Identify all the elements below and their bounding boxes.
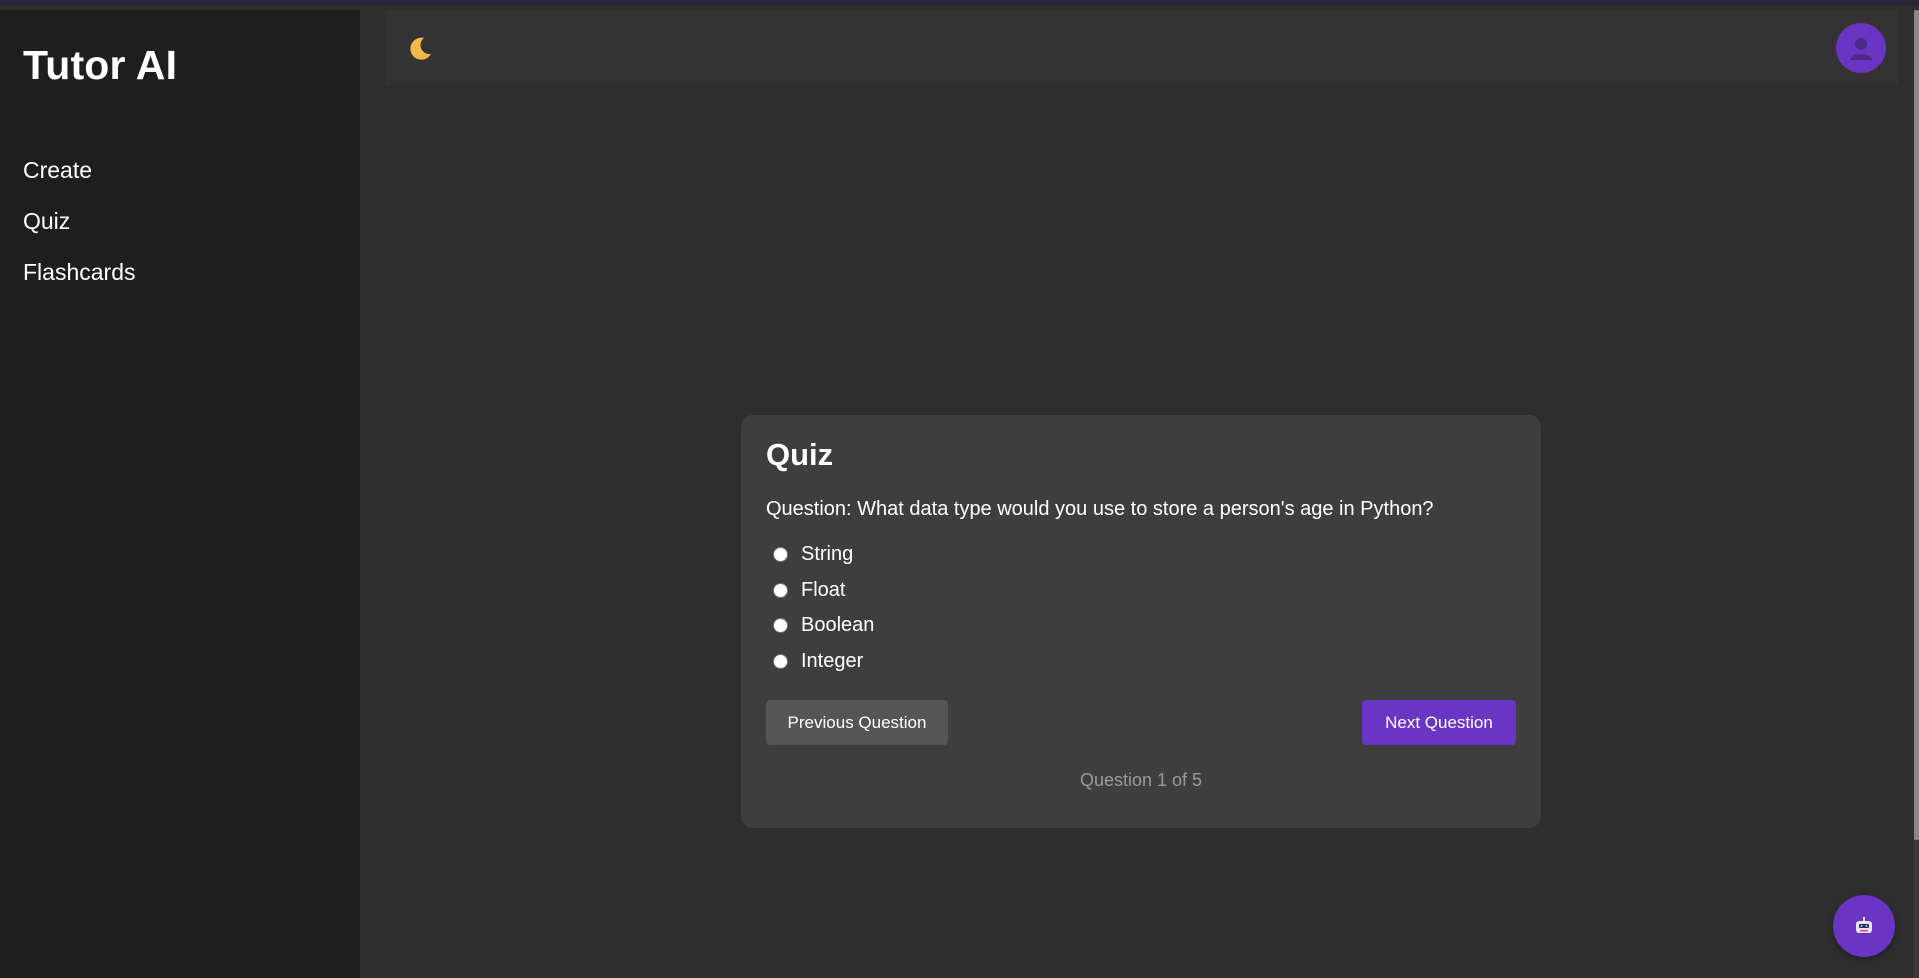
- sidebar-item-create[interactable]: Create: [23, 157, 337, 184]
- radio-button[interactable]: [773, 582, 788, 598]
- sidebar: Tutor AI Create Quiz Flashcards: [0, 10, 360, 978]
- radio-button[interactable]: [773, 618, 788, 634]
- user-avatar-button[interactable]: [1836, 23, 1886, 73]
- radio-button[interactable]: [773, 653, 788, 669]
- option-label: Integer: [801, 649, 864, 672]
- scrollbar-thumb[interactable]: [1914, 10, 1919, 840]
- quiz-navigation: Previous Question Next Question: [766, 700, 1516, 745]
- option-string[interactable]: String: [766, 537, 1516, 573]
- app-window: Tutor AI Create Quiz Flashcards Quiz Que…: [0, 0, 1919, 978]
- option-label: Float: [801, 578, 846, 601]
- radio-button[interactable]: [773, 547, 788, 563]
- option-label: String: [801, 543, 854, 566]
- option-boolean[interactable]: Boolean: [766, 608, 1516, 644]
- top-bar: [385, 10, 1898, 85]
- question-progress: Question 1 of 5: [1079, 770, 1203, 790]
- moon-icon: [410, 37, 431, 60]
- quiz-card: Quiz Question: What data type would you …: [741, 415, 1541, 828]
- question-text: Question: What data type would you use t…: [766, 498, 1434, 520]
- robot-icon: [1856, 917, 1872, 933]
- previous-question-button[interactable]: Previous Question: [766, 700, 948, 745]
- answer-options: String Float Boolean Integer: [766, 537, 1516, 679]
- next-question-button[interactable]: Next Question: [1362, 700, 1516, 745]
- brand-logo: Tutor AI: [23, 42, 178, 88]
- main-content: Quiz Question: What data type would you …: [360, 10, 1919, 978]
- sidebar-item-flashcards[interactable]: Flashcards: [23, 259, 337, 286]
- option-integer[interactable]: Integer: [766, 644, 1516, 680]
- chat-assistant-button[interactable]: [1833, 895, 1895, 957]
- sidebar-nav: Create Quiz Flashcards: [23, 157, 337, 286]
- option-label: Boolean: [801, 614, 875, 637]
- option-float[interactable]: Float: [766, 573, 1516, 609]
- theme-toggle-button[interactable]: [405, 35, 435, 65]
- quiz-title: Quiz: [766, 437, 834, 472]
- sidebar-item-quiz[interactable]: Quiz: [23, 208, 337, 235]
- user-icon: [1850, 38, 1872, 60]
- page-scrollbar[interactable]: [1914, 10, 1919, 978]
